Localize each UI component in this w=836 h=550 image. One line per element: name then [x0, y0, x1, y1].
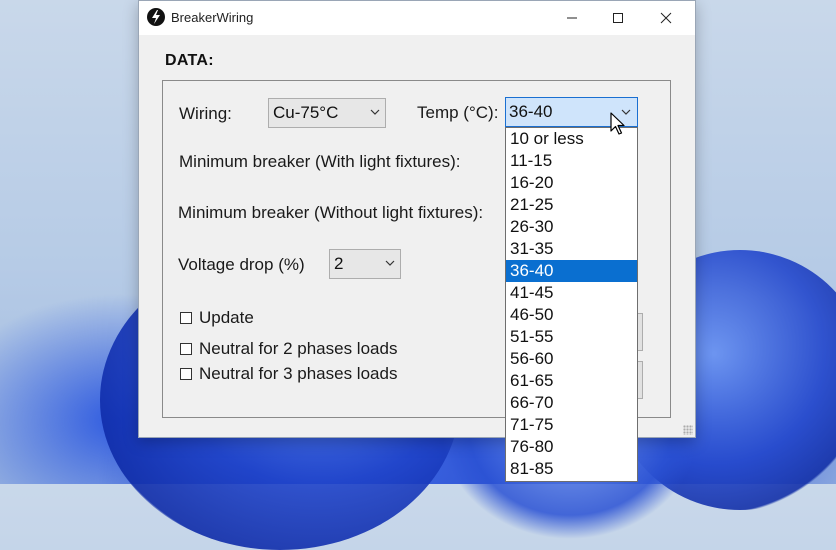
chevron-down-icon	[370, 109, 380, 115]
neutral-2-phases-checkbox[interactable]: Neutral for 2 phases loads	[180, 339, 397, 359]
update-label: Update	[199, 308, 254, 327]
neutral-2-phases-label: Neutral for 2 phases loads	[199, 339, 398, 358]
temp-option[interactable]: 21-25	[506, 194, 637, 216]
lightning-bolt-icon	[147, 8, 165, 26]
temp-option[interactable]: 26-30	[506, 216, 637, 238]
wiring-value: Cu-75°C	[273, 103, 339, 122]
temp-option[interactable]: 36-40	[506, 260, 637, 282]
min-breaker-light-label: Minimum breaker (With light fixtures):	[179, 152, 461, 171]
temp-option[interactable]: 81-85	[506, 458, 637, 480]
title-bar[interactable]: BreakerWiring	[139, 1, 695, 35]
temp-option[interactable]: 61-65	[506, 370, 637, 392]
mouse-pointer-icon	[610, 112, 625, 135]
neutral-3-phases-checkbox[interactable]: Neutral for 3 phases loads	[180, 364, 397, 384]
voltage-drop-label: Voltage drop (%)	[178, 255, 305, 274]
temp-option[interactable]: 41-45	[506, 282, 637, 304]
minimize-button[interactable]	[549, 1, 595, 35]
maximize-icon	[613, 13, 623, 23]
wiring-select[interactable]: Cu-75°C	[268, 98, 386, 128]
temp-label: Temp (°C):	[417, 103, 499, 122]
temp-option[interactable]: 11-15	[506, 150, 637, 172]
temp-option[interactable]: 66-70	[506, 392, 637, 414]
temp-dropdown-list: 10 or less 11-15 16-20 21-25 26-30 31-35 36-40…	[505, 127, 638, 482]
min-breaker-no-light-label: Minimum breaker (Without light fixtures)…	[178, 203, 484, 222]
minimize-icon	[567, 17, 577, 19]
temp-option[interactable]: 51-55	[506, 326, 637, 348]
temp-option[interactable]: 31-35	[506, 238, 637, 260]
temp-option[interactable]: 71-75	[506, 414, 637, 436]
close-button[interactable]	[643, 1, 689, 35]
checkbox-box[interactable]	[180, 343, 192, 355]
chevron-down-icon	[385, 260, 395, 266]
neutral-3-phases-label: Neutral for 3 phases loads	[199, 364, 398, 383]
temp-option[interactable]: 46-50	[506, 304, 637, 326]
voltage-drop-value: 2	[334, 254, 344, 273]
voltage-drop-select[interactable]: 2	[329, 249, 401, 279]
checkbox-box[interactable]	[180, 312, 192, 324]
temp-value: 36-40	[509, 102, 553, 121]
resize-grip[interactable]	[683, 425, 693, 435]
wiring-label: Wiring:	[179, 104, 232, 123]
close-icon	[660, 12, 672, 24]
section-title: DATA:	[165, 52, 214, 69]
maximize-button[interactable]	[595, 1, 641, 35]
checkbox-box[interactable]	[180, 368, 192, 380]
window-title: BreakerWiring	[171, 10, 254, 25]
temp-option[interactable]: 16-20	[506, 172, 637, 194]
temp-option[interactable]: 76-80	[506, 436, 637, 458]
temp-option[interactable]: 56-60	[506, 348, 637, 370]
update-checkbox[interactable]: Update	[180, 308, 254, 328]
